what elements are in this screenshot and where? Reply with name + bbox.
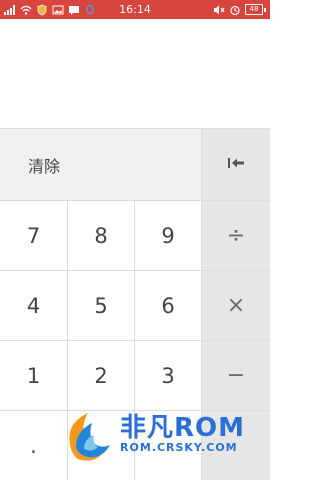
key-7[interactable]: 7 [0, 201, 68, 271]
key-1[interactable]: 1 [0, 341, 68, 411]
key-9[interactable]: 9 [135, 201, 202, 271]
status-right-icons: 48 [213, 4, 266, 16]
keypad: 清除 7 8 9 ÷ 4 5 6 × 1 2 3 − . [0, 128, 270, 480]
calculator-screen: 16:14 48 清除 7 8 9 ÷ 4 5 6 × 1 2 3 − . 非凡… [0, 0, 270, 480]
calculator-display [0, 19, 270, 128]
mute-icon [213, 4, 225, 16]
signal-icon [4, 4, 16, 16]
backspace-button[interactable] [202, 129, 270, 200]
key-6[interactable]: 6 [135, 271, 202, 341]
image-icon [52, 4, 64, 16]
keypad-top-row: 清除 [0, 129, 270, 201]
message-icon [68, 4, 80, 16]
key-5[interactable]: 5 [68, 271, 135, 341]
key-3[interactable]: 3 [135, 341, 202, 411]
alarm-icon [229, 4, 241, 16]
key-dot[interactable]: . [0, 411, 68, 480]
key-0[interactable] [68, 411, 135, 480]
qq-icon [84, 4, 96, 16]
wifi-icon [20, 4, 32, 16]
clear-button[interactable]: 清除 [0, 129, 202, 200]
status-left-icons [4, 4, 96, 16]
shield-icon [36, 4, 48, 16]
battery-level: 48 [245, 4, 263, 15]
minus-button[interactable]: − [202, 341, 270, 411]
equals-button[interactable] [135, 411, 202, 480]
plus-button[interactable] [202, 411, 270, 480]
battery-icon: 48 [245, 4, 266, 15]
divide-button[interactable]: ÷ [202, 201, 270, 271]
status-bar: 16:14 48 [0, 0, 270, 19]
key-4[interactable]: 4 [0, 271, 68, 341]
key-8[interactable]: 8 [68, 201, 135, 271]
backspace-icon [227, 155, 245, 174]
key-2[interactable]: 2 [68, 341, 135, 411]
multiply-button[interactable]: × [202, 271, 270, 341]
